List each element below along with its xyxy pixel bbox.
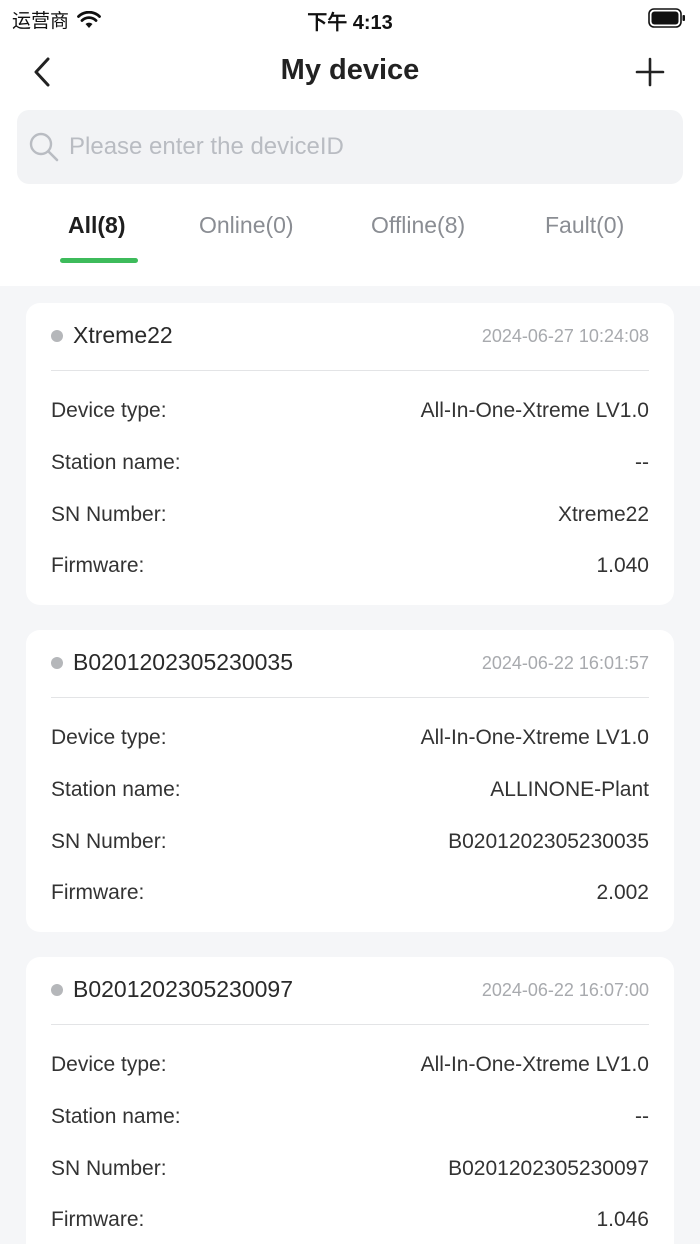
sn-number-label: SN Number: xyxy=(51,503,167,526)
device-type-label: Device type: xyxy=(51,399,167,422)
sn-number-value: B0201202305230035 xyxy=(448,830,649,853)
firmware-value: 1.040 xyxy=(596,554,649,577)
station-name-value: -- xyxy=(635,1105,649,1128)
device-card[interactable]: B0201202305230035 2024-06-22 16:01:57 De… xyxy=(26,630,674,932)
sn-number-value: Xtreme22 xyxy=(557,503,649,526)
station-name-label: Station name: xyxy=(51,451,181,474)
station-name-row: Station name: -- xyxy=(51,1105,649,1135)
add-device-button[interactable] xyxy=(632,54,668,90)
device-type-value: All-In-One-Xtreme LV1.0 xyxy=(420,726,649,749)
device-card-header: B0201202305230035 2024-06-22 16:01:57 xyxy=(51,630,649,698)
device-name: Xtreme22 xyxy=(73,322,173,348)
device-timestamp: 2024-06-22 16:01:57 xyxy=(481,653,649,673)
firmware-row: Firmware: 1.046 xyxy=(51,1208,649,1238)
station-name-label: Station name: xyxy=(51,1105,181,1128)
search-icon xyxy=(29,132,59,162)
status-bar: 运营商 下午 4:13 xyxy=(0,0,700,36)
tab-fault[interactable]: Fault(0) xyxy=(545,212,624,239)
tab-all[interactable]: All(8) xyxy=(68,212,126,239)
station-name-value: -- xyxy=(635,451,649,474)
header: My device All(8) Online(0) Offline(8) Fa… xyxy=(0,36,700,286)
device-timestamp: 2024-06-22 16:07:00 xyxy=(481,980,649,1000)
station-name-label: Station name: xyxy=(51,778,181,801)
sn-number-label: SN Number: xyxy=(51,830,167,853)
device-card[interactable]: B0201202305230097 2024-06-22 16:07:00 De… xyxy=(26,957,674,1244)
page-title: My device xyxy=(280,54,420,86)
device-type-label: Device type: xyxy=(51,1053,167,1076)
station-name-value: ALLINONE-Plant xyxy=(490,778,649,801)
battery-icon xyxy=(648,8,686,28)
device-name: B0201202305230035 xyxy=(73,649,294,675)
search-input[interactable] xyxy=(69,133,649,161)
search-box xyxy=(17,110,683,184)
device-timestamp: 2024-06-27 10:24:08 xyxy=(481,326,649,346)
device-type-value: All-In-One-Xtreme LV1.0 xyxy=(420,399,649,422)
sn-number-row: SN Number: Xtreme22 xyxy=(51,503,649,533)
device-type-label: Device type: xyxy=(51,726,167,749)
device-card-header: Xtreme22 2024-06-27 10:24:08 xyxy=(51,303,649,371)
active-tab-indicator xyxy=(60,258,138,263)
device-name: B0201202305230097 xyxy=(73,976,294,1002)
device-card[interactable]: Xtreme22 2024-06-27 10:24:08 Device type… xyxy=(26,303,674,605)
status-dot-icon xyxy=(51,984,63,996)
firmware-label: Firmware: xyxy=(51,881,145,904)
firmware-label: Firmware: xyxy=(51,554,145,577)
plus-icon xyxy=(635,57,665,87)
status-dot-icon xyxy=(51,657,63,669)
device-type-row: Device type: All-In-One-Xtreme LV1.0 xyxy=(51,726,649,756)
filter-tabs: All(8) Online(0) Offline(8) Fault(0) xyxy=(0,206,700,266)
status-time: 下午 4:13 xyxy=(307,12,393,34)
sn-number-row: SN Number: B0201202305230097 xyxy=(51,1157,649,1187)
firmware-row: Firmware: 1.040 xyxy=(51,554,649,584)
firmware-value: 1.046 xyxy=(596,1208,649,1231)
firmware-label: Firmware: xyxy=(51,1208,145,1231)
firmware-row: Firmware: 2.002 xyxy=(51,881,649,911)
status-dot-icon xyxy=(51,330,63,342)
firmware-value: 2.002 xyxy=(596,881,649,904)
tab-offline[interactable]: Offline(8) xyxy=(371,212,465,239)
tab-online[interactable]: Online(0) xyxy=(199,212,294,239)
station-name-row: Station name: ALLINONE-Plant xyxy=(51,778,649,808)
device-type-row: Device type: All-In-One-Xtreme LV1.0 xyxy=(51,399,649,429)
station-name-row: Station name: -- xyxy=(51,451,649,481)
sn-number-value: B0201202305230097 xyxy=(448,1157,649,1180)
device-type-row: Device type: All-In-One-Xtreme LV1.0 xyxy=(51,1053,649,1083)
sn-number-row: SN Number: B0201202305230035 xyxy=(51,830,649,860)
sn-number-label: SN Number: xyxy=(51,1157,167,1180)
device-type-value: All-In-One-Xtreme LV1.0 xyxy=(420,1053,649,1076)
device-card-header: B0201202305230097 2024-06-22 16:07:00 xyxy=(51,957,649,1025)
